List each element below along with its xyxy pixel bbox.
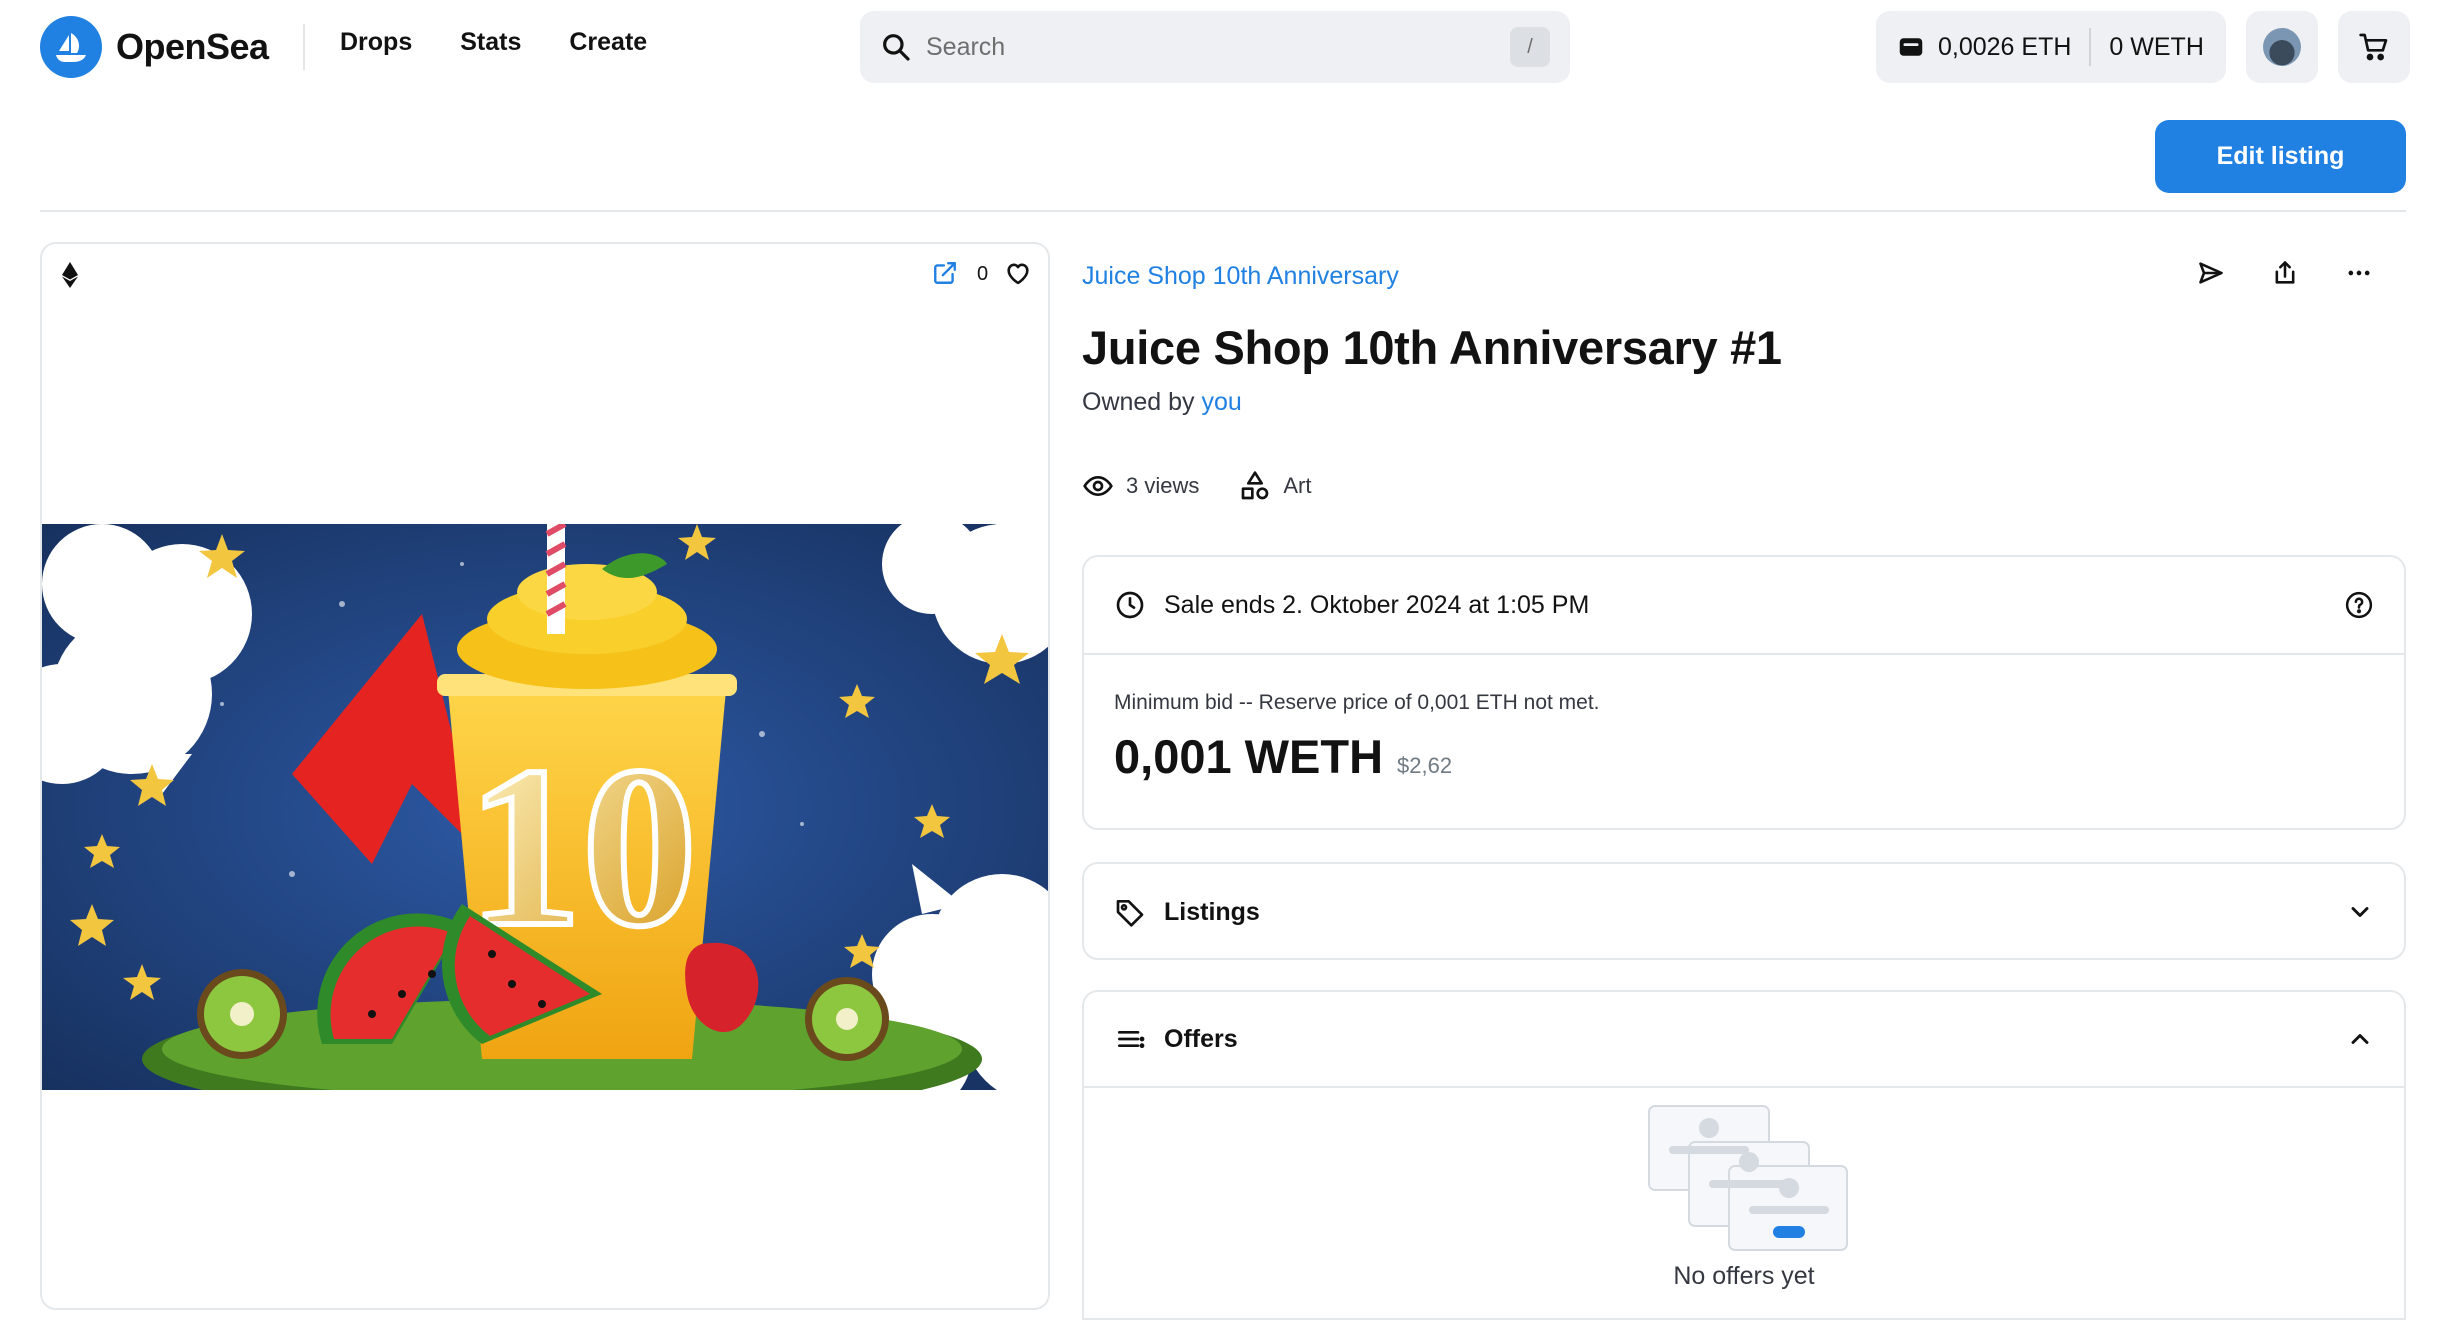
more-icon[interactable] xyxy=(2344,258,2374,288)
owned-by-label: Owned by xyxy=(1082,388,1195,416)
nav-create[interactable]: Create xyxy=(569,28,647,57)
send-icon[interactable] xyxy=(2196,258,2226,288)
cart-icon xyxy=(2359,33,2388,61)
favorite-count: 0 xyxy=(977,263,989,285)
opensea-logo-icon xyxy=(40,16,102,78)
clock-icon xyxy=(1116,591,1144,619)
listings-accordion: Listings xyxy=(1082,862,2406,960)
sale-body: Minimum bid -- Reserve price of 0,001 ET… xyxy=(1084,655,2404,820)
share-icon[interactable] xyxy=(2270,258,2300,288)
search-input[interactable] xyxy=(926,32,1510,62)
offers-label: Offers xyxy=(1164,1024,1238,1053)
eth-balance: 0,0026 ETH xyxy=(1938,32,2072,61)
nft-image-card: 0 10 xyxy=(40,242,1050,1310)
help-icon[interactable] xyxy=(2344,590,2374,620)
chevron-up-icon xyxy=(2351,1034,2369,1044)
tag-icon xyxy=(1116,900,1144,927)
listings-header[interactable]: Listings xyxy=(1084,864,2404,960)
nav-drops[interactable]: Drops xyxy=(340,28,412,57)
category-label: Art xyxy=(1283,473,1312,498)
opensea-logo[interactable]: OpenSea xyxy=(40,16,269,78)
image-card-header: 0 xyxy=(42,244,1048,304)
empty-offers-illustration-icon xyxy=(1648,1105,1848,1251)
wallet-icon xyxy=(1899,38,1923,56)
offers-header[interactable]: Offers xyxy=(1084,992,2404,1088)
owner-line: Owned by you xyxy=(1082,388,1242,417)
eye-icon xyxy=(1083,475,1113,497)
owner-link[interactable]: you xyxy=(1202,388,1242,416)
item-meta: 3 views Art xyxy=(1082,470,1311,502)
header-divider xyxy=(40,210,2406,212)
nav-divider xyxy=(303,24,305,70)
avatar xyxy=(2263,28,2301,66)
current-price: 0,001 WETH xyxy=(1114,730,1384,783)
nav-links: Drops Stats Create xyxy=(340,28,647,57)
wallet-balance[interactable]: 0,0026 ETH 0 WETH xyxy=(1876,11,2226,83)
nft-artwork[interactable]: 10 xyxy=(42,524,1050,1090)
edit-listing-button[interactable]: Edit listing xyxy=(2155,120,2406,193)
collection-link[interactable]: Juice Shop 10th Anniversary xyxy=(1082,262,1399,291)
offers-empty-state: No offers yet xyxy=(1084,1102,2404,1291)
sale-header: Sale ends 2. Oktober 2024 at 1:05 PM xyxy=(1084,557,2404,655)
no-offers-text: No offers yet xyxy=(1673,1262,1815,1290)
eth-icon xyxy=(62,262,78,288)
cart-button[interactable] xyxy=(2338,11,2410,83)
search-bar[interactable]: / xyxy=(860,11,1570,83)
top-navigation: OpenSea Drops Stats Create / 0,0026 ETH … xyxy=(0,0,2443,94)
nav-stats[interactable]: Stats xyxy=(460,28,521,57)
listings-label: Listings xyxy=(1164,897,1260,926)
price-row: 0,001 WETH $2,62 xyxy=(1114,729,2374,784)
category-stat[interactable]: Art xyxy=(1239,470,1311,502)
search-icon xyxy=(883,34,910,61)
search-shortcut-key: / xyxy=(1510,27,1550,67)
external-link-icon[interactable] xyxy=(932,260,958,286)
item-actions xyxy=(2196,258,2374,288)
chevron-down-icon xyxy=(2351,907,2369,917)
item-title: Juice Shop 10th Anniversary #1 xyxy=(1082,321,1782,374)
profile-button[interactable] xyxy=(2246,11,2318,83)
sale-card: Sale ends 2. Oktober 2024 at 1:05 PM Min… xyxy=(1082,555,2406,830)
weth-balance: 0 WETH xyxy=(2109,32,2204,61)
views-count: 3 views xyxy=(1126,473,1200,498)
min-bid-note: Minimum bid -- Reserve price of 0,001 ET… xyxy=(1114,691,1600,714)
wallet-divider xyxy=(2089,28,2092,66)
sale-end-time: Sale ends 2. Oktober 2024 at 1:05 PM xyxy=(1164,590,1590,619)
offers-accordion: Offers No offers yet xyxy=(1082,990,2406,1320)
heart-icon[interactable] xyxy=(1004,259,1032,287)
list-icon xyxy=(1118,1031,1145,1049)
price-usd: $2,62 xyxy=(1397,753,1453,778)
views-stat: 3 views xyxy=(1082,470,1199,502)
brand-name: OpenSea xyxy=(116,26,269,67)
shapes-icon xyxy=(1242,471,1269,500)
